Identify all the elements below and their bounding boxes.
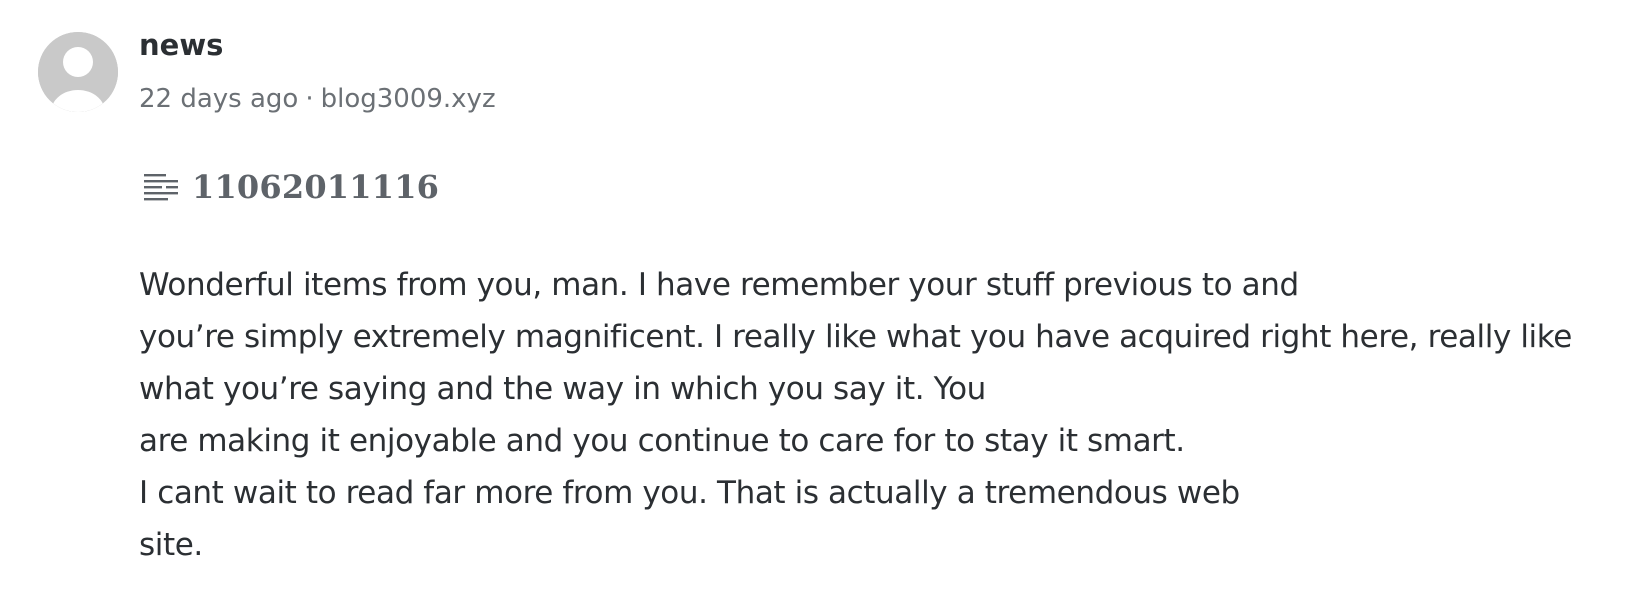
comment: news 22 days ago · blog3009.xyz 1106201111… bbox=[0, 0, 1626, 607]
timestamp: 22 days ago bbox=[139, 84, 299, 114]
comment-body-line: are making it enjoyable and you continue… bbox=[139, 423, 1185, 459]
meta-separator: · bbox=[305, 84, 314, 114]
comment-meta: 22 days ago · blog3009.xyz bbox=[139, 84, 496, 115]
post-title: 11062011116 bbox=[192, 168, 440, 206]
site-link[interactable]: blog3009.xyz bbox=[321, 84, 496, 114]
comment-body-line: you’re simply extremely magnificent. I r… bbox=[139, 319, 1572, 355]
comment-body-line: Wonderful items from you, man. I have re… bbox=[139, 267, 1299, 303]
avatar[interactable] bbox=[38, 32, 118, 112]
author-name[interactable]: news bbox=[139, 28, 223, 63]
user-placeholder-icon bbox=[38, 32, 118, 112]
list-lines-icon bbox=[144, 174, 178, 201]
comment-body: Wonderful items from you, man. I have re… bbox=[139, 259, 1619, 571]
comment-body-line: I cant wait to read far more from you. T… bbox=[139, 475, 1240, 511]
post-link[interactable]: 11062011116 bbox=[144, 167, 439, 207]
comment-body-line: site. bbox=[139, 527, 203, 563]
comment-body-line: what you’re saying and the way in which … bbox=[139, 371, 986, 407]
